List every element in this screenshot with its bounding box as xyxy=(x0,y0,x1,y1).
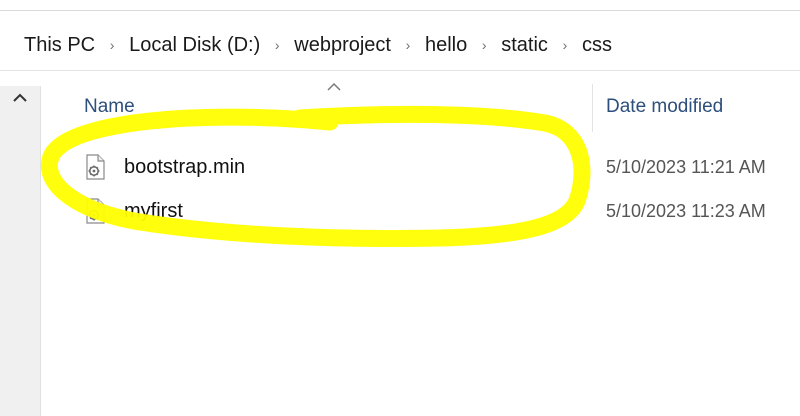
file-date-modified: 5/10/2023 11:21 AM xyxy=(606,157,766,177)
column-header-date-modified[interactable]: Date modified xyxy=(606,96,723,118)
column-header-name[interactable]: Name xyxy=(84,96,135,118)
settings-file-icon xyxy=(86,198,105,224)
chevron-right-icon: › xyxy=(481,37,487,53)
chevron-right-icon: › xyxy=(274,37,280,53)
column-divider[interactable] xyxy=(592,84,593,132)
breadcrumb-this-pc[interactable]: This PC xyxy=(22,32,97,59)
address-bar-divider xyxy=(0,70,800,71)
breadcrumb: This PC › Local Disk (D:) › webproject ›… xyxy=(22,28,614,62)
breadcrumb-static[interactable]: static xyxy=(499,32,550,59)
breadcrumb-css[interactable]: css xyxy=(580,32,614,59)
file-row-bootstrap-min[interactable]: bootstrap.min 5/10/2023 11:21 AM xyxy=(80,152,800,182)
chevron-right-icon: › xyxy=(109,37,115,53)
scroll-up-arrow-icon[interactable] xyxy=(11,90,29,106)
chevron-right-icon: › xyxy=(562,37,568,53)
vertical-scrollbar[interactable] xyxy=(0,86,41,416)
breadcrumb-hello[interactable]: hello xyxy=(423,32,469,59)
file-name: bootstrap.min xyxy=(124,156,246,178)
file-name: myfirst xyxy=(124,200,183,222)
breadcrumb-webproject[interactable]: webproject xyxy=(292,32,393,59)
file-date-modified: 5/10/2023 11:23 AM xyxy=(606,201,766,221)
sort-ascending-icon xyxy=(327,82,341,91)
breadcrumb-local-disk[interactable]: Local Disk (D:) xyxy=(127,32,262,59)
file-row-myfirst[interactable]: myfirst 5/10/2023 11:23 AM xyxy=(80,196,800,226)
chevron-right-icon: › xyxy=(405,37,411,53)
settings-file-icon xyxy=(86,154,105,180)
top-border xyxy=(0,10,800,11)
